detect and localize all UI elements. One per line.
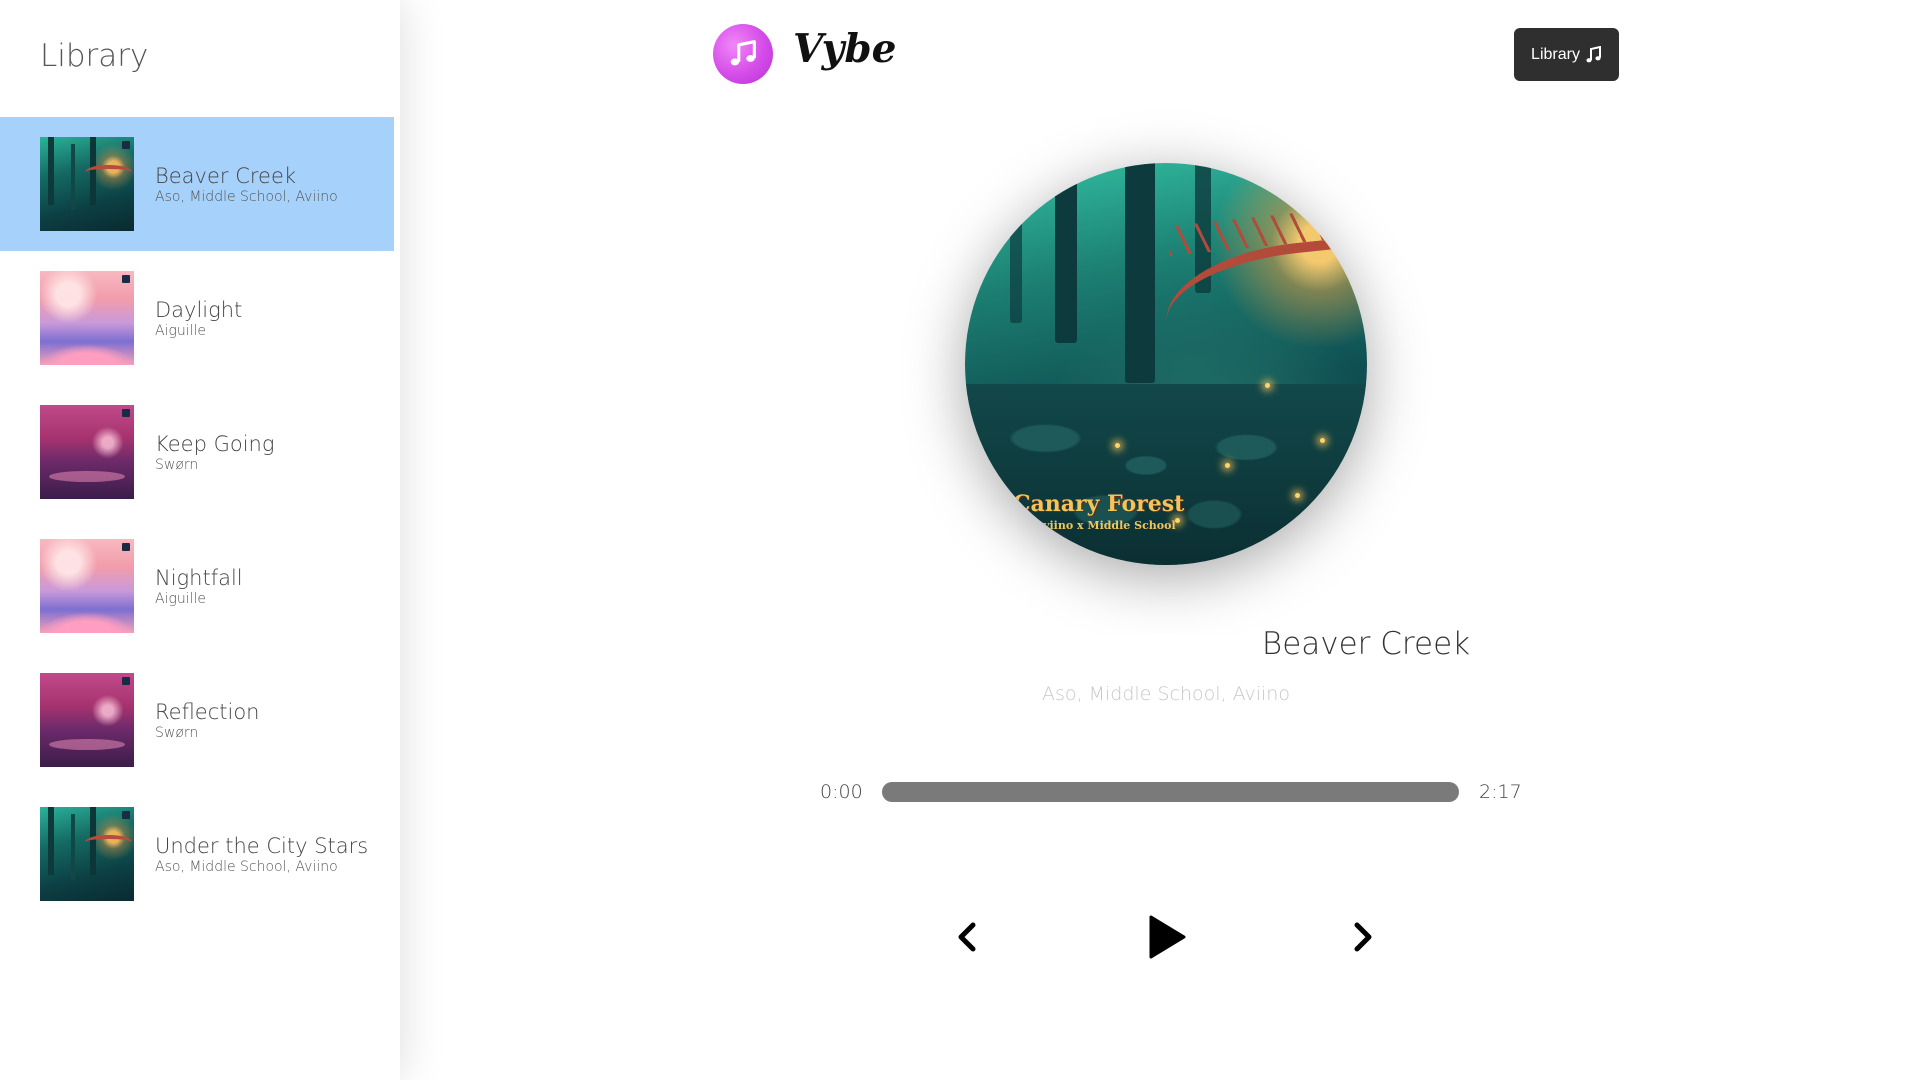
- current-time: 0:00: [820, 781, 863, 803]
- song-artist: Aiguille: [155, 590, 207, 607]
- chevron-right-icon: [1354, 922, 1372, 952]
- play-icon: [1149, 915, 1186, 959]
- song-artist: Aso, Middle School, Aviino: [155, 858, 338, 875]
- library-song-item[interactable]: Keep Going Swørn: [0, 385, 394, 519]
- song-name: Reflection: [155, 699, 260, 724]
- library-song-item[interactable]: Beaver Creek Aso, Middle School, Aviino: [0, 117, 394, 251]
- library-song-item[interactable]: Daylight Aiguille: [0, 251, 394, 385]
- skip-forward-button[interactable]: [1346, 918, 1380, 956]
- song-artist: Aiguille: [155, 322, 207, 339]
- song-name: Under the City Stars: [155, 833, 369, 858]
- song-name: Beaver Creek: [155, 163, 297, 188]
- library-button-label: Library: [1531, 45, 1580, 63]
- song-cover-image: [40, 539, 134, 633]
- song-cover-image: [40, 137, 134, 231]
- now-playing-title: Beaver Creek: [1261, 626, 1471, 662]
- sidebar-title: Library: [40, 38, 149, 74]
- song-name: Keep Going: [155, 431, 275, 456]
- music-note-icon: [1586, 45, 1601, 62]
- song-name: Daylight: [155, 297, 243, 322]
- song-artist: Aso, Middle School, Aviino: [155, 188, 338, 205]
- library-song-item[interactable]: Reflection Swørn: [0, 653, 394, 787]
- music-note-icon: [730, 40, 756, 66]
- now-playing-artist: Aso, Middle School, Aviino: [1042, 683, 1290, 705]
- total-time: 2:17: [1479, 781, 1522, 803]
- library-song-item[interactable]: Under the City Stars Aso, Middle School,…: [0, 787, 394, 921]
- library-song-item[interactable]: Nightfall Aiguille: [0, 519, 394, 653]
- app-logo-icon: [713, 24, 773, 84]
- song-cover-image: [40, 673, 134, 767]
- library-sidebar: Library Beaver Creek Aso, Middle School,…: [0, 0, 400, 1080]
- library-toggle-button[interactable]: Library: [1514, 28, 1619, 81]
- album-art-title: Canary Forest: [1013, 491, 1185, 517]
- song-artist: Swørn: [155, 456, 199, 473]
- song-name: Nightfall: [155, 565, 243, 590]
- album-art-subtitle: Aviino x Middle School: [1035, 519, 1176, 532]
- song-cover-image: [40, 405, 134, 499]
- song-cover-image: [40, 271, 134, 365]
- chevron-left-icon: [958, 922, 976, 952]
- skip-back-button[interactable]: [950, 918, 984, 956]
- song-list: Beaver Creek Aso, Middle School, Aviino …: [0, 117, 394, 921]
- album-cover-image: Canary Forest Aviino x Middle School: [965, 163, 1367, 565]
- app-name: Vybe: [793, 26, 897, 72]
- progress-slider[interactable]: [882, 782, 1459, 802]
- song-cover-image: [40, 807, 134, 901]
- song-artist: Swørn: [155, 724, 199, 741]
- play-button[interactable]: [1145, 912, 1189, 962]
